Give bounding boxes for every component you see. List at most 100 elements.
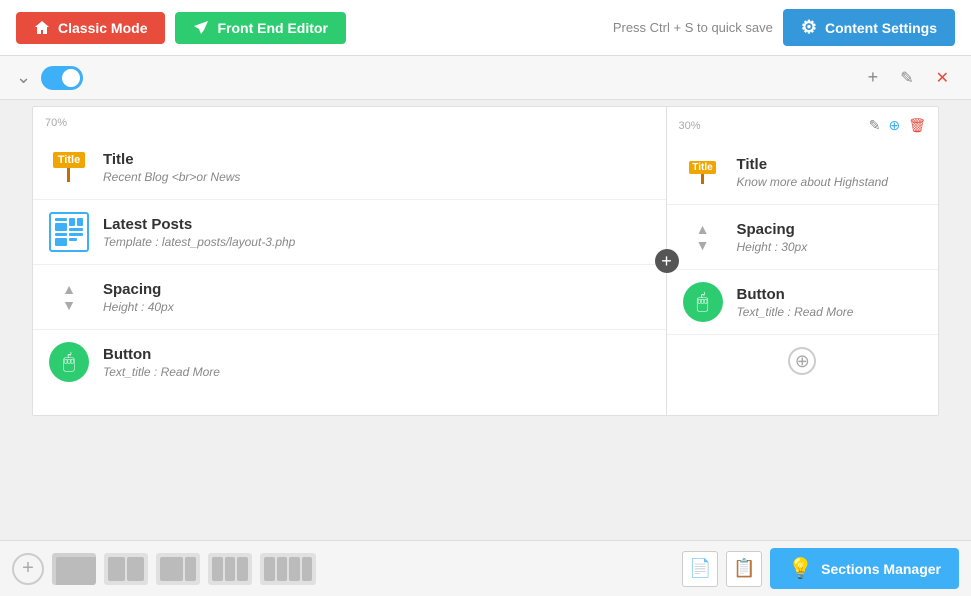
edit-section-button[interactable]: ✎ [894,65,919,90]
right-mouse-icon: 🖱 [697,291,709,314]
main-content: 70% Title Title Recent Blog <br>or News [32,106,939,416]
sections-manager-button[interactable]: 💡 Sections Manager [770,548,959,589]
close-icon: ✕ [936,70,949,87]
right-title-info: Title Know more about Highstand [737,156,925,189]
title-widget-icon: Title [47,145,91,189]
right-col-actions: ✎ ⊕ 🗑 [869,117,926,134]
left-spacing-subtitle: Height : 40px [103,300,652,314]
right-title-pole [701,174,704,184]
left-button-name: Button [103,346,652,363]
left-column: 70% Title Title Recent Blog <br>or News [33,107,667,415]
right-spacing-subtitle: Height : 30px [737,240,925,254]
right-col-half [127,557,144,581]
latest-posts-info: Latest Posts Template : latest_posts/lay… [103,216,652,249]
doc-icon: 📄 [689,558,711,579]
plus-divider-icon: + [661,251,672,272]
layout-1col-button[interactable] [52,553,96,585]
content-settings-button[interactable]: ⚙ Content Settings [783,9,955,46]
layout-3col-button[interactable] [208,553,252,585]
latest-posts-name: Latest Posts [103,216,652,233]
right-col-label: 30% [679,120,701,132]
right-button-widget-icon: 🖱 [681,280,725,324]
col-fourth-2 [277,557,288,581]
right-button-name: Button [737,286,925,303]
collapse-button[interactable]: ⌄ [16,67,31,88]
bulb-icon: 💡 [788,556,813,581]
add-section-plus-button[interactable]: + [12,553,44,585]
classic-mode-button[interactable]: Classic Mode [16,12,165,44]
latest-posts-icon [47,210,91,254]
left-spacing-info: Spacing Height : 40px [103,281,652,314]
paper-plane-icon [193,20,209,36]
section-toolbar: ⌄ + ✎ ✕ [0,56,971,100]
layout-2col-button[interactable] [104,553,148,585]
layout-2col-unequal-button[interactable] [156,553,200,585]
docs-icon: 📋 [733,558,755,579]
spacing-down-arrow[interactable]: ▼ [62,298,76,312]
text-doc-button[interactable]: 📄 [682,551,718,587]
right-button-widget[interactable]: 🖱 Button Text_title : Read More [667,270,939,335]
right-add-button[interactable]: ⊕ [888,117,900,134]
add-section-button[interactable]: + [862,65,885,90]
plus-icon: + [868,67,879,87]
right-spacing-widget[interactable]: ▲ ▼ Spacing Height : 30px [667,205,939,270]
left-button-widget-icon: 🖱 [47,340,91,384]
visibility-toggle[interactable] [41,66,83,90]
left-title-widget[interactable]: Title Title Recent Blog <br>or News [33,135,666,200]
left-button-widget[interactable]: 🖱 Button Text_title : Read More [33,330,666,394]
left-col-label: 70% [33,115,666,135]
right-title-name: Title [737,156,925,173]
title-sign: Title [53,152,85,168]
add-circle-icon: ⊕ [795,351,810,372]
right-title-sign: Title [689,161,715,174]
col-fourth-3 [289,557,300,581]
right-edit-button[interactable]: ✎ [869,117,881,134]
right-add-widget-area: ⊕ [667,335,939,387]
spacing-icon: ▲ ▼ [47,275,91,319]
left-title-name: Title [103,151,652,168]
left-spacing-name: Spacing [103,281,652,298]
content-settings-label: Content Settings [825,20,937,36]
col-fourth-4 [302,557,313,581]
col-small [185,557,196,581]
left-title-info: Title Recent Blog <br>or News [103,151,652,184]
bottom-bar: + 📄 [0,540,971,596]
left-button-subtitle: Text_title : Read More [103,365,652,379]
add-plus-icon: + [22,557,34,580]
mouse-icon: 🖱 [63,351,75,374]
right-title-icon: Title [681,150,725,194]
column-divider-handle[interactable]: + [655,249,679,273]
gear-icon: ⚙ [801,17,817,38]
left-spacing-widget[interactable]: ▲ ▼ Spacing Height : 40px [33,265,666,330]
right-spacing-down[interactable]: ▼ [696,238,710,252]
right-button-subtitle: Text_title : Read More [737,305,925,319]
col-big [160,557,183,581]
left-latest-posts-widget[interactable]: Latest Posts Template : latest_posts/lay… [33,200,666,265]
main-content-wrapper: 70% Title Title Recent Blog <br>or News [0,106,971,416]
right-title-widget[interactable]: Title Title Know more about Highstand [667,140,939,205]
spacing-up-arrow[interactable]: ▲ [62,282,76,296]
quick-save-text: Press Ctrl + S to quick save [613,20,773,35]
docs-button[interactable]: 📋 [726,551,762,587]
frontend-editor-button[interactable]: Front End Editor [175,12,345,44]
col-third-1 [212,557,223,581]
sections-manager-label: Sections Manager [821,561,941,577]
frontend-editor-label: Front End Editor [217,20,327,36]
layout-4col-button[interactable] [260,553,316,585]
col-fourth-1 [264,557,275,581]
right-title-subtitle: Know more about Highstand [737,175,925,189]
left-title-subtitle: Recent Blog <br>or News [103,170,652,184]
close-section-button[interactable]: ✕ [930,65,955,90]
right-delete-button[interactable]: 🗑 [908,117,926,134]
top-toolbar: Classic Mode Front End Editor Press Ctrl… [0,0,971,56]
right-spacing-info: Spacing Height : 30px [737,221,925,254]
app-wrapper: Classic Mode Front End Editor Press Ctrl… [0,0,971,596]
col-third-3 [237,557,248,581]
right-column: 30% ✎ ⊕ 🗑 Title [667,107,939,415]
right-spacing-up[interactable]: ▲ [696,222,710,236]
left-button-info: Button Text_title : Read More [103,346,652,379]
latest-posts-subtitle: Template : latest_posts/layout-3.php [103,235,652,249]
edit-icon: ✎ [900,70,913,87]
col-third-2 [225,557,236,581]
right-add-widget-button[interactable]: ⊕ [788,347,816,375]
